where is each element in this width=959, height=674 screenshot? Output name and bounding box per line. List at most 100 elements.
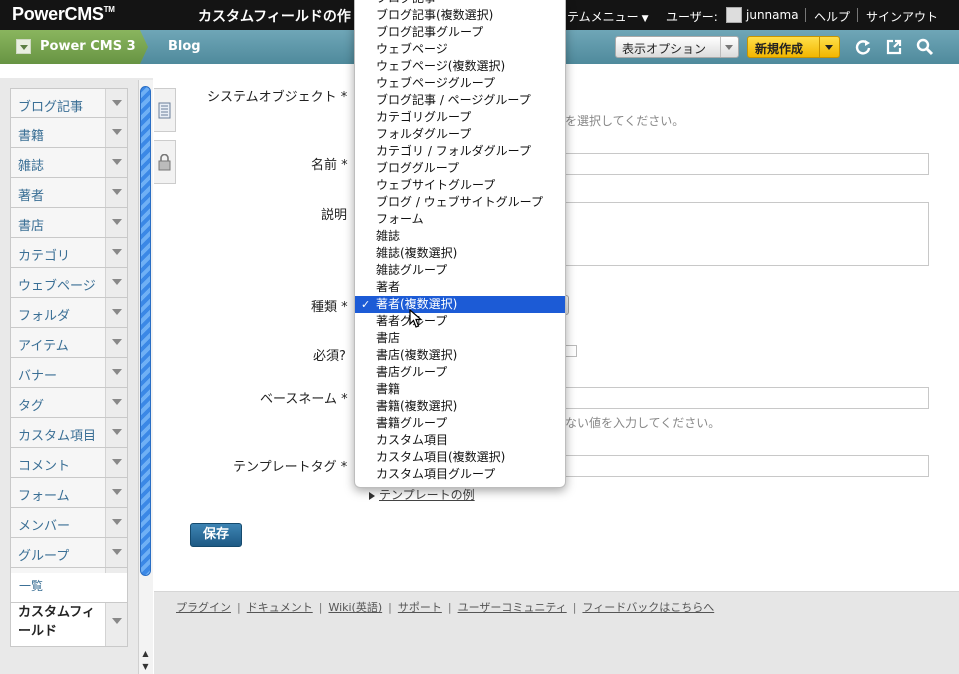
search-icon[interactable] (916, 38, 934, 56)
sidebar-item[interactable]: フォーム (10, 478, 128, 508)
dropdown-option[interactable]: カスタム項目グループ (355, 466, 565, 483)
help-link[interactable]: ヘルプ (814, 8, 850, 25)
dropdown-option[interactable]: 著者 (355, 279, 565, 296)
dropdown-option[interactable]: ブログ記事(複数選択) (355, 7, 565, 24)
dropdown-option[interactable]: ウェブページ(複数選択) (355, 58, 565, 75)
footer-link[interactable]: ドキュメント (247, 601, 313, 614)
chevron-down-icon[interactable] (105, 238, 127, 267)
system-menu[interactable]: テムメニュー ▼ (567, 8, 649, 25)
scroll-down-icon[interactable]: ▼ (139, 661, 152, 673)
display-options-button[interactable]: 表示オプション (615, 36, 739, 58)
sidebar-item[interactable]: カスタムフィールド (10, 598, 128, 647)
dropdown-option[interactable]: 雑誌(複数選択) (355, 245, 565, 262)
dropdown-option[interactable]: ウェブサイトグループ (355, 177, 565, 194)
chevron-down-icon[interactable] (105, 208, 127, 237)
chevron-down-icon[interactable] (105, 478, 127, 507)
chevron-down-icon[interactable] (105, 178, 127, 207)
dropdown-option[interactable]: 書籍グループ (355, 415, 565, 432)
dropdown-option[interactable]: 雑誌 (355, 228, 565, 245)
sidebar-item[interactable]: バナー (10, 358, 128, 388)
sidebar-item[interactable]: カテゴリ (10, 238, 128, 268)
chevron-down-icon[interactable] (105, 148, 127, 177)
tab-form-fields[interactable] (154, 88, 176, 132)
chevron-down-icon[interactable] (105, 418, 127, 447)
dropdown-option[interactable]: ウェブページグループ (355, 75, 565, 92)
dropdown-option[interactable]: カテゴリ / フォルダグループ (355, 143, 565, 160)
new-create-button[interactable]: 新規作成 (747, 36, 840, 58)
sidebar-menu: ブログ記事 書籍 雑誌 著者 書店 カテゴリ ウェブページ フォルダ アイテム バナー タグ カスタム… (10, 88, 128, 647)
sidebar-item[interactable]: 書籍 (10, 118, 128, 148)
tab-lock[interactable] (154, 140, 176, 184)
sidebar-subitem-list[interactable]: 一覧 (10, 573, 128, 603)
type-dropdown-list[interactable]: ブログ記事ブログ記事(複数選択)ブログ記事グループウェブページウェブページ(複数… (354, 0, 566, 488)
site-breadcrumb[interactable]: Power CMS 3 (0, 30, 148, 64)
description-textarea[interactable] (565, 202, 929, 266)
chevron-down-icon[interactable] (105, 328, 127, 357)
dropdown-option[interactable]: ブログ記事 / ページグループ (355, 92, 565, 109)
sidebar-item[interactable]: フォルダ (10, 298, 128, 328)
dropdown-option[interactable]: カテゴリグループ (355, 109, 565, 126)
chevron-down-icon[interactable] (105, 538, 127, 567)
chevron-down-icon[interactable] (819, 37, 839, 57)
chevron-down-icon[interactable] (105, 358, 127, 387)
sidebar-item[interactable]: ウェブページ (10, 268, 128, 298)
chevron-down-icon[interactable] (105, 598, 127, 646)
footer-link[interactable]: プラグイン (176, 601, 231, 614)
footer-link[interactable]: フィードバックはこちらへ (582, 601, 714, 614)
scrollbar-thumb[interactable] (140, 86, 151, 576)
site-menu-toggle-icon[interactable] (16, 39, 31, 54)
sidebar-item-label: 書籍 (18, 129, 45, 144)
dropdown-option[interactable]: ブログ記事グループ (355, 24, 565, 41)
dropdown-option[interactable]: 書店(複数選択) (355, 347, 565, 364)
sidebar-item[interactable]: 著者 (10, 178, 128, 208)
dropdown-option[interactable]: 著者グループ (355, 313, 565, 330)
dropdown-option[interactable]: フォーム (355, 211, 565, 228)
footer-link[interactable]: サポート (398, 601, 442, 614)
dropdown-option[interactable]: 書店グループ (355, 364, 565, 381)
chevron-down-icon[interactable] (105, 89, 127, 117)
dropdown-option[interactable]: ブロググループ (355, 160, 565, 177)
external-view-icon[interactable] (885, 38, 903, 56)
basename-input[interactable] (565, 387, 929, 409)
template-tag-input[interactable] (565, 455, 929, 477)
save-button[interactable]: 保存 (190, 523, 242, 547)
sidebar-item[interactable]: メンバー (10, 508, 128, 538)
sidebar-item[interactable]: 雑誌 (10, 148, 128, 178)
dropdown-option[interactable]: ブログ記事 (355, 0, 565, 7)
name-input[interactable] (565, 153, 929, 175)
dropdown-option[interactable]: ブログ / ウェブサイトグループ (355, 194, 565, 211)
blog-breadcrumb[interactable]: Blog (168, 39, 201, 54)
chevron-down-icon[interactable] (105, 448, 127, 477)
dropdown-option[interactable]: フォルダグループ (355, 126, 565, 143)
template-example-toggle[interactable]: テンプレートの例 (369, 486, 475, 503)
dropdown-option[interactable]: 著者(複数選択) (355, 296, 565, 313)
refresh-icon[interactable] (854, 38, 872, 56)
footer-link[interactable]: Wiki(英語) (328, 601, 382, 614)
dropdown-option[interactable]: カスタム項目(複数選択) (355, 449, 565, 466)
footer-link[interactable]: ユーザーコミュニティ (458, 601, 567, 614)
dropdown-option[interactable]: 雑誌グループ (355, 262, 565, 279)
chevron-down-icon[interactable] (105, 508, 127, 537)
scroll-up-icon[interactable]: ▲ (139, 648, 152, 660)
signout-link[interactable]: サインアウト (866, 8, 938, 25)
app-logo[interactable]: PowerCMSTM (12, 4, 115, 25)
dropdown-option[interactable]: ウェブページ (355, 41, 565, 58)
sidebar-item[interactable]: ブログ記事 (10, 88, 128, 118)
required-checkbox[interactable] (565, 345, 577, 357)
dropdown-option[interactable]: 書店 (355, 330, 565, 347)
chevron-down-icon[interactable] (105, 118, 127, 147)
username-link[interactable]: junnama (746, 8, 799, 22)
sidebar-item[interactable]: アイテム (10, 328, 128, 358)
sidebar-item[interactable]: 書店 (10, 208, 128, 238)
footer-separator: | (237, 601, 241, 614)
sidebar-item[interactable]: タグ (10, 388, 128, 418)
sidebar-item[interactable]: カスタム項目 (10, 418, 128, 448)
dropdown-option[interactable]: カスタム項目 (355, 432, 565, 449)
dropdown-option[interactable]: 書籍 (355, 381, 565, 398)
chevron-down-icon[interactable] (105, 298, 127, 327)
sidebar-item[interactable]: グループ (10, 538, 128, 568)
chevron-down-icon[interactable] (105, 268, 127, 297)
sidebar-item[interactable]: コメント (10, 448, 128, 478)
dropdown-option[interactable]: 書籍(複数選択) (355, 398, 565, 415)
chevron-down-icon[interactable] (105, 388, 127, 417)
